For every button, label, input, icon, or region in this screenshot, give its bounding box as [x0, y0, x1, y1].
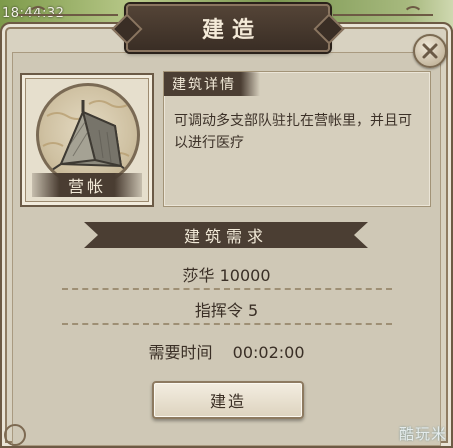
requirement-row: 指挥令 5: [0, 297, 453, 321]
requirements-banner: 建筑需求: [84, 222, 368, 248]
build-button[interactable]: 建造: [152, 381, 304, 419]
watermark: 酷玩米: [398, 425, 447, 443]
requirement-value: 00:02:00: [232, 343, 305, 362]
corner-ornament: [4, 424, 26, 446]
dialog-title-plate: 建造: [126, 4, 330, 52]
game-screen: 18:44:32 建造: [0, 0, 453, 448]
detail-heading: 建筑详情: [172, 77, 236, 93]
building-name-bar: 营帐: [32, 173, 142, 197]
requirement-label: 需要时间: [148, 343, 213, 362]
building-icon-frame: 营帐: [20, 73, 154, 207]
tent-icon: [42, 100, 132, 175]
build-button-label: 建造: [209, 392, 246, 411]
requirement-label: 指挥令: [194, 301, 243, 320]
requirement-label: 莎华: [182, 266, 215, 285]
building-name: 营帐: [67, 177, 106, 196]
detail-heading-tab: 建筑详情: [164, 72, 260, 96]
title-ornament-right: [333, 6, 433, 16]
building-description: 可调动多支部队驻扎在营帐里，并且可以进行医疗: [174, 113, 412, 151]
building-detail-box: 建筑详情 可调动多支部队驻扎在营帐里，并且可以进行医疗: [163, 71, 431, 207]
requirement-value: 5: [247, 301, 259, 320]
building-icon-medallion: [36, 83, 140, 187]
title-ornament-left: [18, 6, 118, 16]
dialog-title: 建造: [201, 18, 262, 43]
requirement-divider: [62, 288, 392, 290]
requirement-divider: [62, 323, 392, 325]
requirement-row: 需要时间 00:02:00: [0, 339, 453, 363]
close-button[interactable]: [413, 34, 447, 68]
requirements-heading: 建筑需求: [183, 227, 268, 246]
requirement-row: 莎华 10000: [0, 262, 453, 286]
requirement-value: 10000: [219, 266, 271, 285]
close-x-icon: [422, 43, 438, 59]
